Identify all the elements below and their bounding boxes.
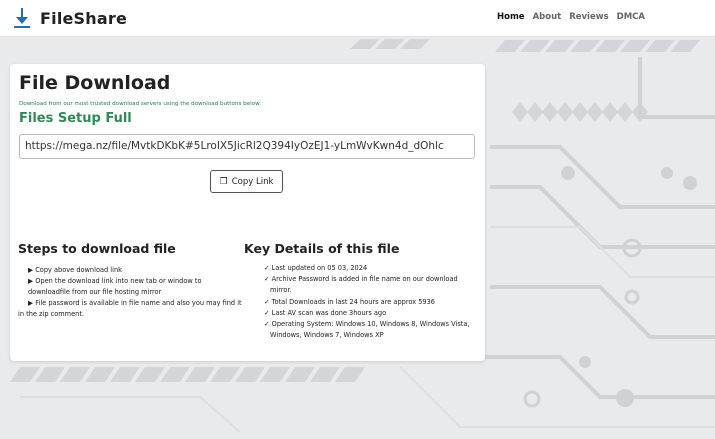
nav-home[interactable]: Home	[497, 12, 525, 22]
download-link-field[interactable]: https://mega.nz/file/MvtkDKbK#5LroIX5Jic…	[19, 134, 475, 159]
brand-logo[interactable]: FileShare	[12, 6, 127, 30]
list-item: ✓ Operating System: Windows 10, Windows …	[264, 320, 470, 340]
nav-dmca[interactable]: DMCA	[617, 12, 645, 22]
check-icon: ✓	[264, 320, 270, 329]
download-card: File Download Download from our most tru…	[10, 64, 485, 361]
main-nav: Home About Reviews DMCA	[497, 12, 645, 22]
page-title: File Download	[19, 72, 171, 94]
triangle-right-icon: ▶	[28, 266, 34, 274]
nav-reviews[interactable]: Reviews	[569, 12, 608, 22]
copy-link-button[interactable]: ❐ Copy Link	[210, 170, 283, 193]
check-icon: ✓	[264, 297, 270, 306]
list-item: ▶ Open the download link into new tab or…	[28, 277, 202, 296]
list-item: ✓ Last updated on 05 03, 2024	[264, 264, 368, 272]
check-icon: ✓	[264, 308, 270, 317]
nav-about[interactable]: About	[533, 12, 562, 22]
list-item: ▶ File password is available in file nam…	[18, 299, 242, 318]
download-arrow-icon	[14, 8, 30, 28]
list-item: ✓ Last AV scan was done 3hours ago	[264, 308, 387, 317]
file-name: Files Setup Full	[19, 111, 132, 126]
steps-list: ▶ Copy above download link ▶ Open the do…	[18, 265, 244, 320]
details-list: ✓ Last updated on 05 03, 2024 ✓ Archive …	[259, 263, 481, 341]
brand-name: FileShare	[40, 8, 128, 28]
check-icon: ✓	[264, 264, 270, 272]
triangle-right-icon: ▶	[28, 277, 34, 285]
copy-link-label: Copy Link	[231, 176, 274, 187]
details-title: Key Details of this file	[244, 241, 400, 256]
site-header: FileShare Home About Reviews DMCA	[0, 0, 715, 37]
check-icon: ✓	[264, 275, 270, 284]
triangle-right-icon: ▶	[28, 299, 34, 307]
list-item: ✓ Archive Password is added in file name…	[264, 275, 458, 295]
copy-icon: ❐	[219, 176, 228, 187]
page-subtitle: Download from our most trusted download …	[19, 101, 261, 107]
list-item: ✓ Total Downloads in last 24 hours are a…	[264, 297, 436, 306]
list-item: ▶ Copy above download link	[28, 266, 122, 274]
steps-title: Steps to download file	[18, 241, 176, 256]
